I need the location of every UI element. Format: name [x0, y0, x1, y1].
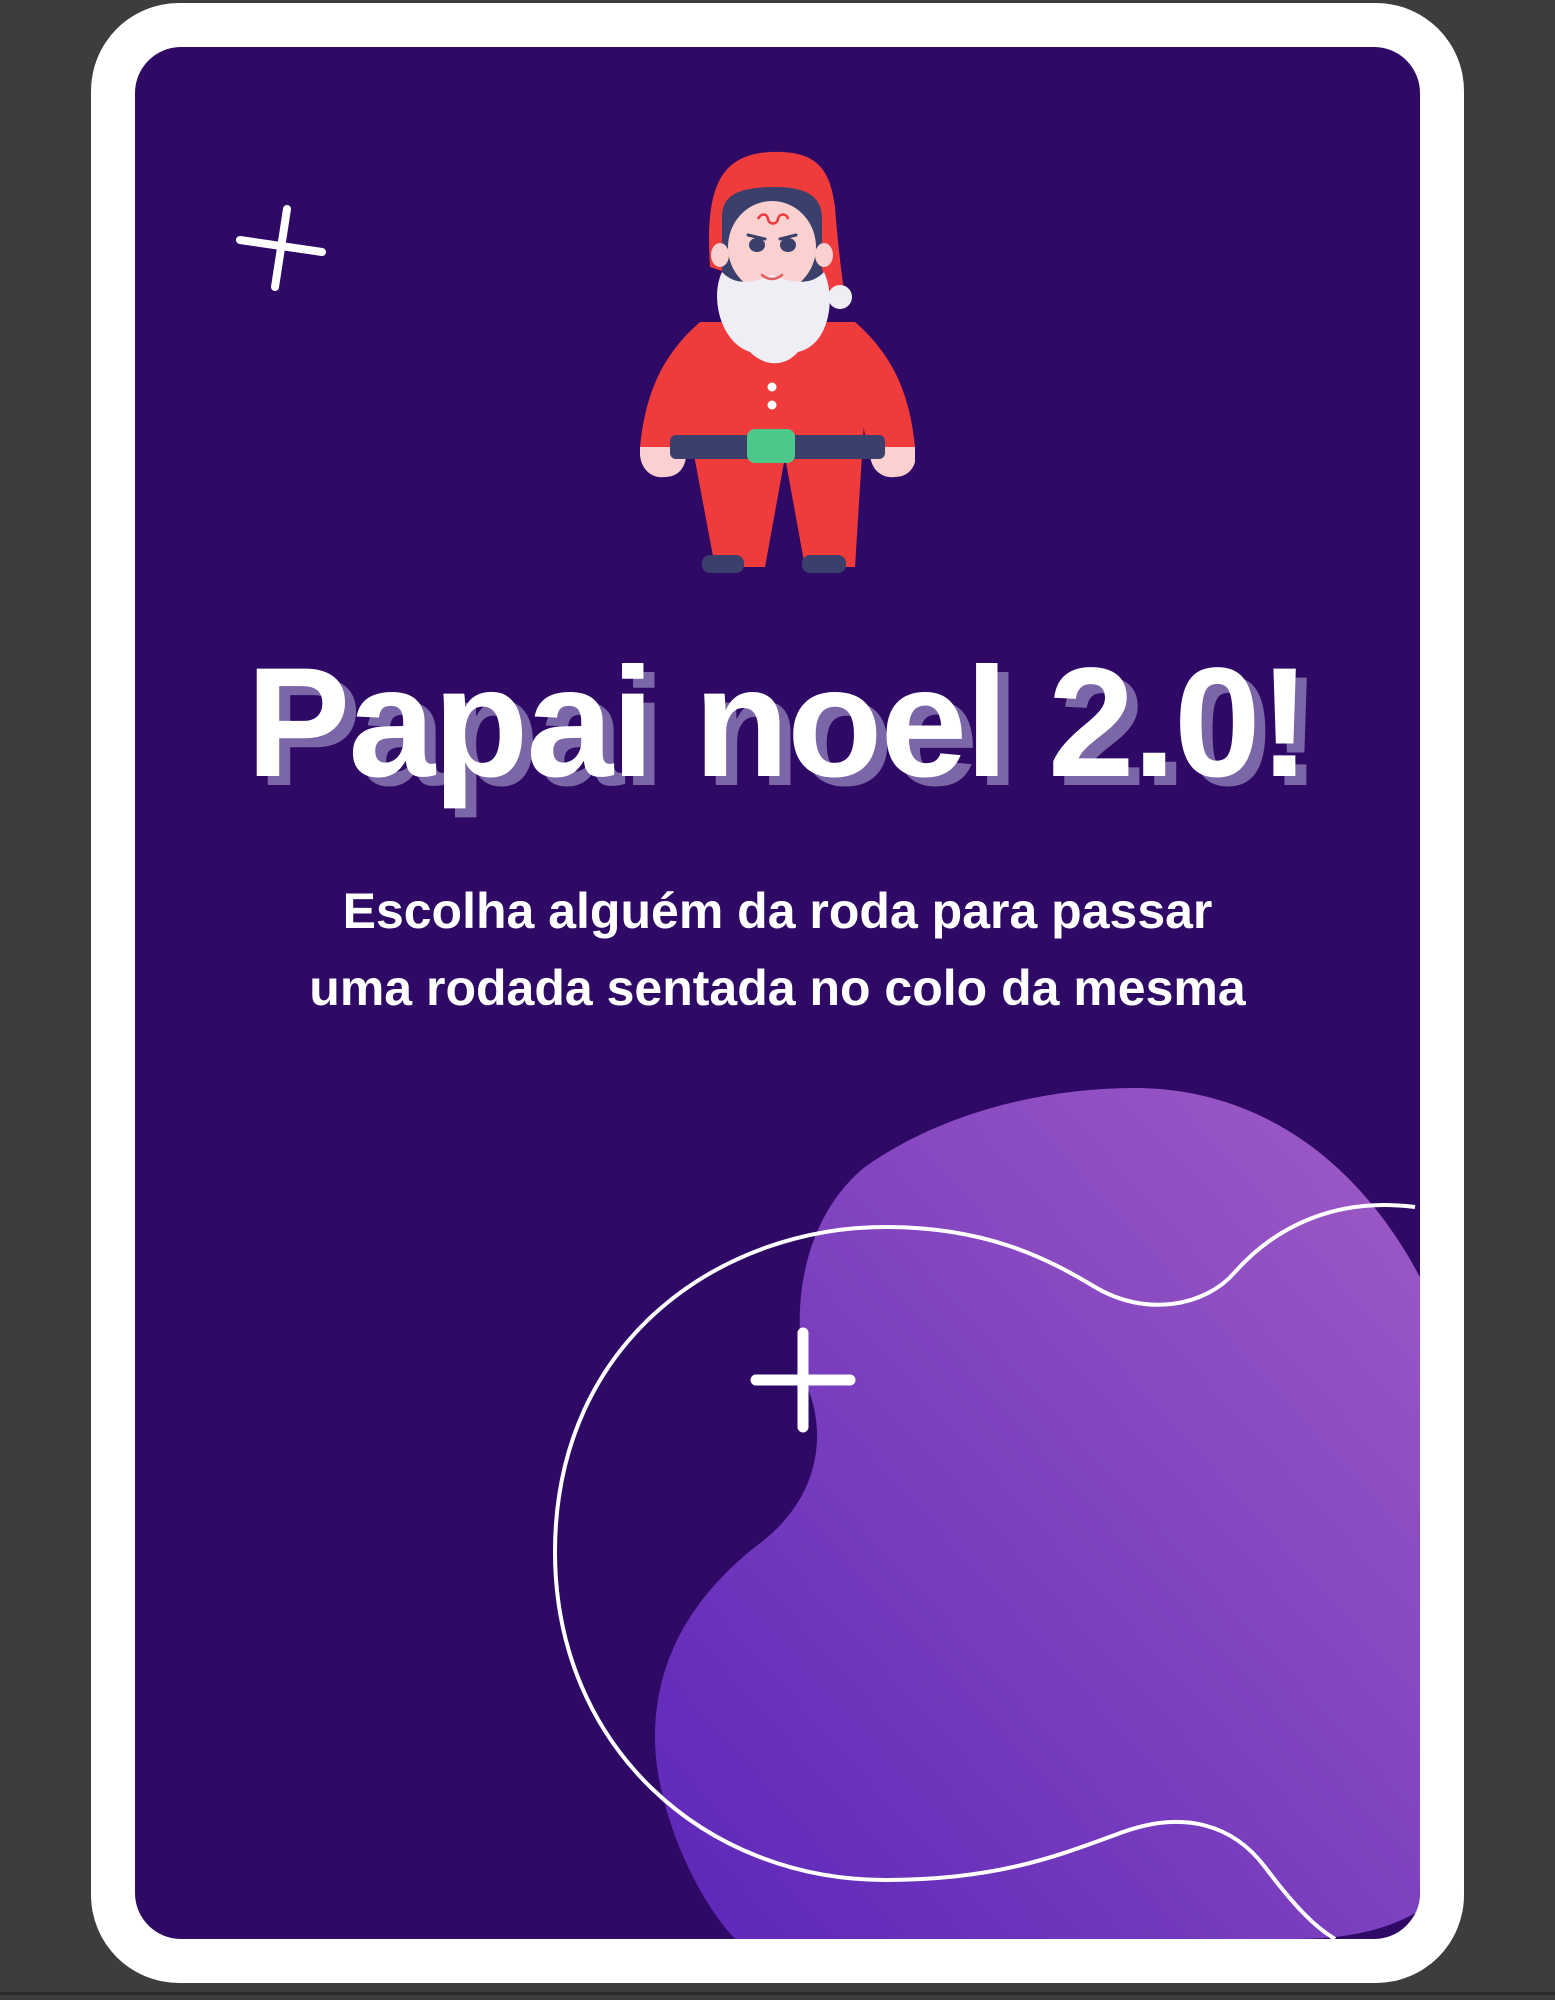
sparkle-icon: [236, 205, 326, 291]
card: Papai noel 2.0! Escolha alguém da roda p…: [135, 47, 1420, 1939]
bottom-divider: [0, 1992, 1555, 1995]
card-title: Papai noel 2.0!: [246, 636, 1310, 810]
card-frame: Papai noel 2.0! Escolha alguém da roda p…: [91, 3, 1464, 1983]
santa-claus-illustration: [640, 151, 915, 573]
card-description: Escolha alguém da roda para passar uma r…: [309, 883, 1246, 1016]
purple-blob: [655, 1088, 1420, 1939]
